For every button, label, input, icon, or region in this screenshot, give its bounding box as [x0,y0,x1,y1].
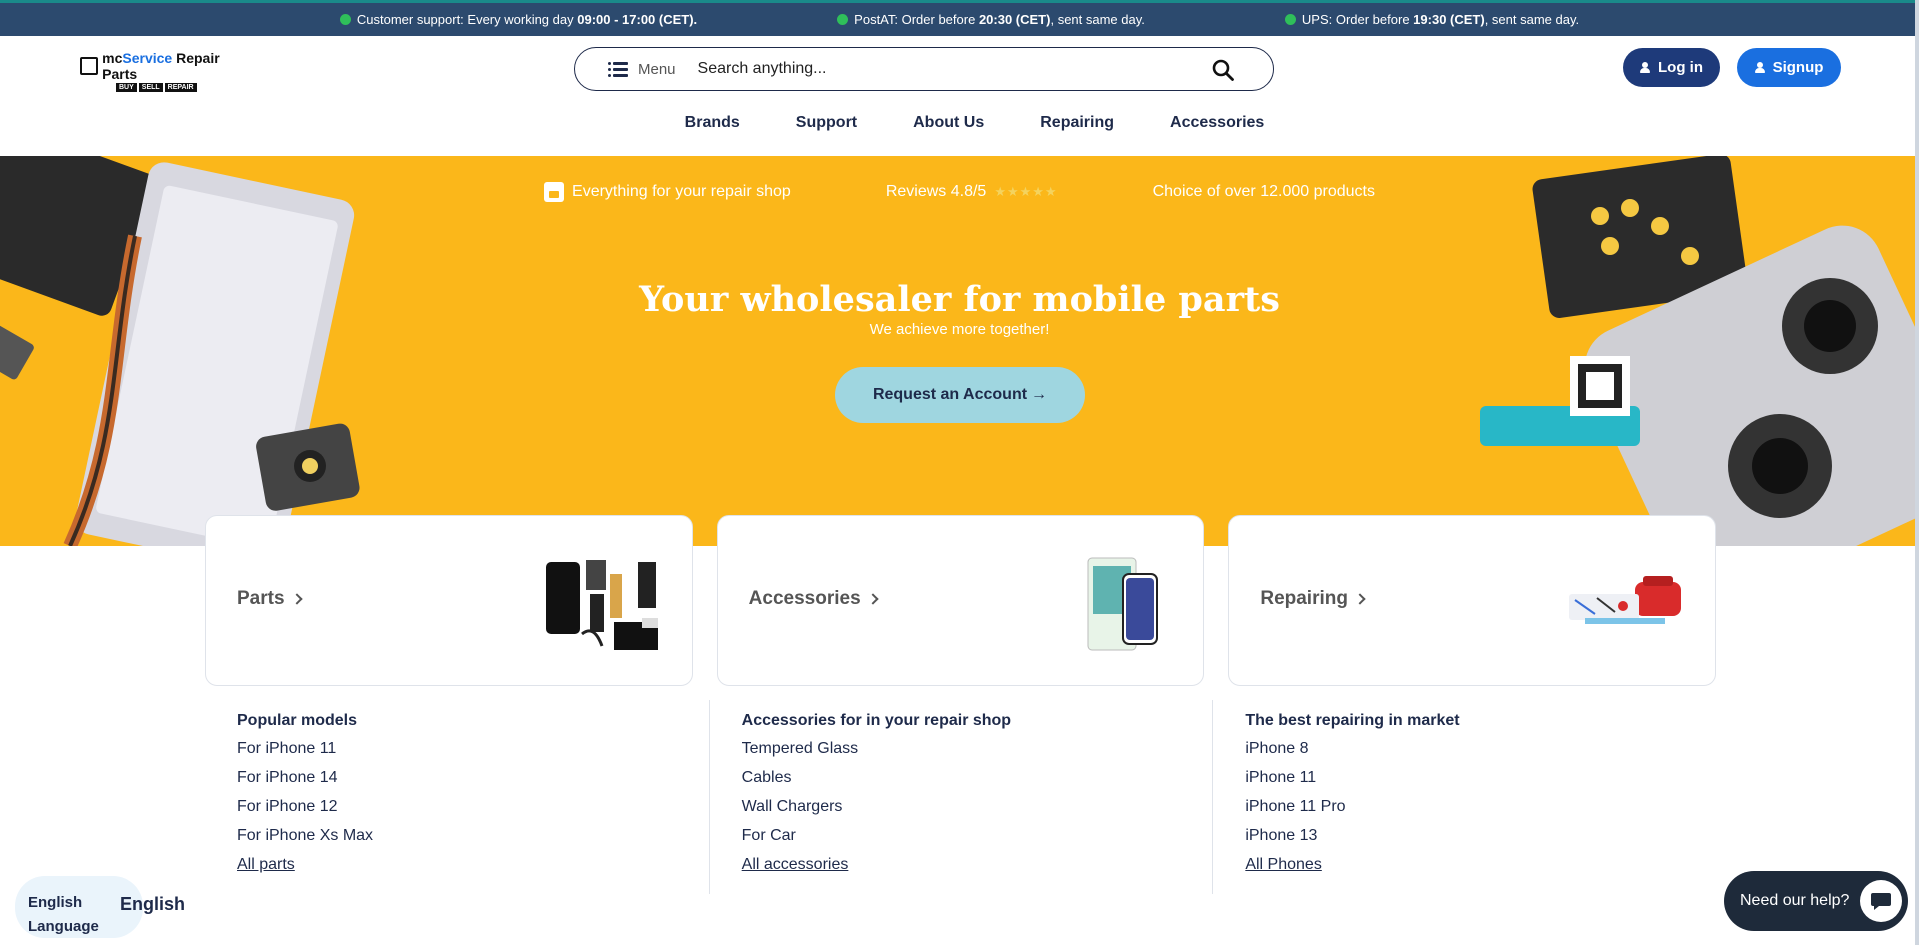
chevron-right-icon [290,593,303,605]
phone-parts-illustration [0,156,360,546]
column-parts: Popular models For iPhone 11 For iPhone … [205,700,709,894]
column-link[interactable]: For Car [742,827,1213,845]
info-text: UPS: Order before 19:30 (CET), sent same… [1301,12,1580,27]
info-text: Customer support: Every working day 09:0… [356,12,698,27]
language-option: English [28,894,83,911]
usp-text: Everything for your repair shop [572,183,791,200]
logo-tags: BUY SELL REPAIR [116,83,225,92]
screen-protector-image [1087,557,1159,651]
column-link[interactable]: Wall Chargers [742,798,1213,816]
hero-subtitle: We achieve more together! [869,321,1050,338]
category-card-parts[interactable]: Parts [205,515,693,686]
hero-title: Your wholesaler for mobile parts [639,279,1280,320]
user-icon [1640,62,1650,73]
usp-repair-shop: Everything for your repair shop [544,182,791,202]
usp-text: Reviews 4.8/5 [885,183,987,200]
chat-widget[interactable]: Need our help? [1724,871,1908,931]
column-title: Popular models [237,712,358,729]
category-card-accessories[interactable]: Accessories [716,515,1205,686]
chat-label: Need our help? [1740,892,1850,909]
info-ups: UPS: Order before 19:30 (CET), sent same… [1284,12,1580,27]
category-link-columns: Popular models For iPhone 11 For iPhone … [205,700,1716,894]
list-menu-icon [608,61,628,77]
site-header: mcService Repair Parts BUY SELL REPAIR Men… [0,36,1919,156]
nav-accessories[interactable]: Accessories [1170,114,1264,132]
column-link[interactable]: For iPhone 11 [237,740,709,758]
card-title: Repairing [1260,588,1366,610]
chevron-right-icon [1354,593,1366,605]
message-icon [1871,893,1891,910]
info-text: PostAT: Order before 20:30 (CET), sent s… [854,12,1145,27]
usp-text: Choice of over 12.000 products [1152,183,1375,200]
hero-banner: Everything for your repair shop Reviews … [0,156,1919,546]
info-customer-support: Customer support: Every working day 09:0… [339,12,698,27]
column-link[interactable]: iPhone 8 [1245,740,1716,758]
usp-bar: Everything for your repair shop Reviews … [0,182,1919,202]
request-account-button[interactable]: Request an Account → [835,367,1085,423]
search-input[interactable] [697,60,1178,78]
camera-module-illustration [1480,156,1919,546]
main-nav: Brands Support About Us Repairing Access… [0,114,1919,132]
shop-icon [544,182,565,202]
device-icon [80,57,99,75]
chevron-right-icon [866,593,879,605]
card-title: Parts [237,588,303,610]
column-link[interactable]: Cables [742,769,1213,787]
logo-wordmark: mcService Repair Parts [80,50,225,82]
info-bar: Customer support: Every working day 09:0… [0,0,1919,36]
chat-bubble-icon[interactable] [1860,880,1902,922]
column-link[interactable]: For iPhone 12 [237,798,709,816]
login-button[interactable]: Log in [1623,48,1720,87]
status-dot-icon [1284,14,1296,25]
nav-support[interactable]: Support [796,114,857,132]
all-phones-link[interactable]: All Phones [1245,856,1716,874]
usp-products: Choice of over 12.000 products [1153,182,1375,202]
column-link[interactable]: iPhone 13 [1245,827,1716,845]
arrow-right-icon: → [1031,386,1048,403]
site-logo[interactable]: mcService Repair Parts BUY SELL REPAIR [80,50,225,92]
column-link[interactable]: iPhone 11 Pro [1245,798,1716,816]
column-link[interactable]: For iPhone Xs Max [237,827,709,845]
menu-button[interactable]: Menu [608,61,676,78]
login-label: Log in [1658,59,1703,76]
cta-label: Request an Account [872,386,1028,403]
category-cards: Parts Accessories Repairing [205,515,1717,686]
usp-reviews: Reviews 4.8/5 ★★★★★ [886,182,1058,202]
category-card-repairing[interactable]: Repairing [1228,515,1717,686]
current-language[interactable]: English [120,894,185,915]
signup-label: Signup [1772,59,1824,76]
search-icon[interactable] [1211,58,1235,82]
all-parts-link[interactable]: All parts [237,856,709,874]
card-title: Accessories [749,588,879,610]
nav-about-us[interactable]: About Us [913,114,984,132]
status-dot-icon [339,14,351,25]
nav-repairing[interactable]: Repairing [1040,114,1114,132]
column-link[interactable]: iPhone 11 [1245,769,1716,787]
column-repairing: The best repairing in market iPhone 8 iP… [1212,700,1716,894]
column-title: Accessories for in your repair shop [741,712,1012,729]
rating-stars-icon: ★★★★★ [994,184,1058,199]
phone-parts-image [545,560,658,650]
column-link[interactable]: For iPhone 14 [237,769,709,787]
menu-label: Menu [638,60,676,78]
all-accessories-link[interactable]: All accessories [742,856,1213,874]
user-icon [1754,62,1765,73]
column-accessories: Accessories for in your repair shop Temp… [708,700,1213,894]
nav-brands[interactable]: Brands [685,114,740,132]
language-label: Language [28,918,99,935]
page-scrollbar[interactable] [1915,0,1919,945]
column-link[interactable]: Tempered Glass [742,740,1213,758]
repair-kit-image [1569,576,1682,624]
column-title: The best repairing in market [1245,712,1460,729]
search-bar: Menu [574,47,1274,91]
status-dot-icon [837,14,849,25]
info-postat: PostAT: Order before 20:30 (CET), sent s… [837,12,1145,27]
signup-button[interactable]: Signup [1737,48,1841,87]
